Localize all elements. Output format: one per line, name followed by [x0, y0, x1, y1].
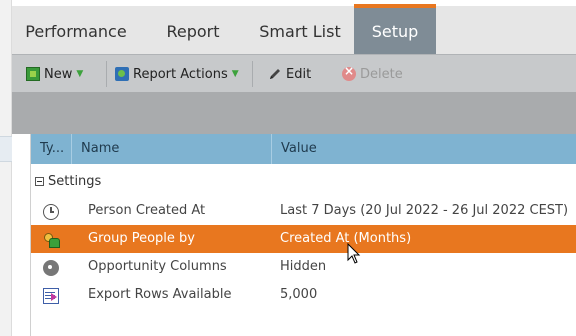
- export-icon: [43, 288, 59, 304]
- delete-icon: [342, 64, 356, 81]
- report-actions-label: Report Actions: [133, 66, 228, 82]
- new-button-label: New: [44, 66, 73, 82]
- toolbar-spacer-band: [12, 92, 576, 134]
- report-actions-icon: [115, 67, 129, 81]
- settings-grid: Ty... Name Value Settings Person Created…: [30, 134, 576, 336]
- edit-button[interactable]: Edit: [268, 55, 311, 93]
- column-header-name[interactable]: Name: [72, 134, 272, 164]
- tab-report[interactable]: Report: [140, 6, 246, 54]
- row-name: Group People by: [88, 231, 195, 246]
- tab-smart-list[interactable]: Smart List: [246, 6, 354, 54]
- new-icon: [26, 67, 40, 81]
- row-name: Person Created At: [88, 203, 206, 218]
- tab-setup[interactable]: Setup: [354, 4, 436, 54]
- pencil-icon: [268, 67, 282, 81]
- chevron-down-icon: ▼: [76, 69, 84, 79]
- left-panel-edge: [0, 0, 12, 336]
- toolbar-divider: [252, 61, 253, 87]
- column-header-value[interactable]: Value: [272, 134, 576, 164]
- chevron-down-icon: ▼: [231, 69, 239, 79]
- left-panel-selected-marker: [0, 136, 12, 162]
- row-value: Created At (Months): [280, 231, 412, 246]
- table-row[interactable]: Person Created At Last 7 Days (20 Jul 20…: [31, 197, 576, 225]
- row-value: Hidden: [280, 259, 327, 274]
- people-icon: [43, 232, 60, 248]
- grid-header: Ty... Name Value: [31, 134, 576, 164]
- tab-bar: Performance Report Smart List Setup: [12, 0, 576, 54]
- group-settings: Settings: [31, 170, 101, 192]
- table-row[interactable]: Opportunity Columns Hidden: [31, 253, 576, 281]
- collapse-toggle-icon[interactable]: [35, 176, 44, 186]
- tab-performance[interactable]: Performance: [12, 6, 140, 54]
- delete-button[interactable]: Delete: [342, 55, 403, 93]
- toolbar: New ▼ Report Actions ▼ Edit Delete: [12, 54, 576, 92]
- row-name: Opportunity Columns: [88, 259, 227, 274]
- toolbar-divider: [106, 61, 107, 87]
- row-value: 5,000: [280, 287, 318, 302]
- new-button[interactable]: New ▼: [26, 55, 83, 93]
- table-row[interactable]: Export Rows Available 5,000: [31, 281, 576, 309]
- delete-button-label: Delete: [360, 66, 403, 82]
- row-name: Export Rows Available: [88, 287, 232, 302]
- table-row[interactable]: Group People by Created At (Months): [31, 225, 576, 253]
- column-header-type[interactable]: Ty...: [31, 134, 72, 164]
- gear-icon: [43, 260, 59, 276]
- group-label: Settings: [48, 173, 102, 189]
- clock-icon: [43, 204, 59, 220]
- mouse-cursor-icon: [347, 242, 361, 265]
- edit-button-label: Edit: [286, 66, 312, 82]
- row-value: Last 7 Days (20 Jul 2022 - 26 Jul 2022 C…: [280, 203, 569, 218]
- report-actions-button[interactable]: Report Actions ▼: [115, 55, 239, 93]
